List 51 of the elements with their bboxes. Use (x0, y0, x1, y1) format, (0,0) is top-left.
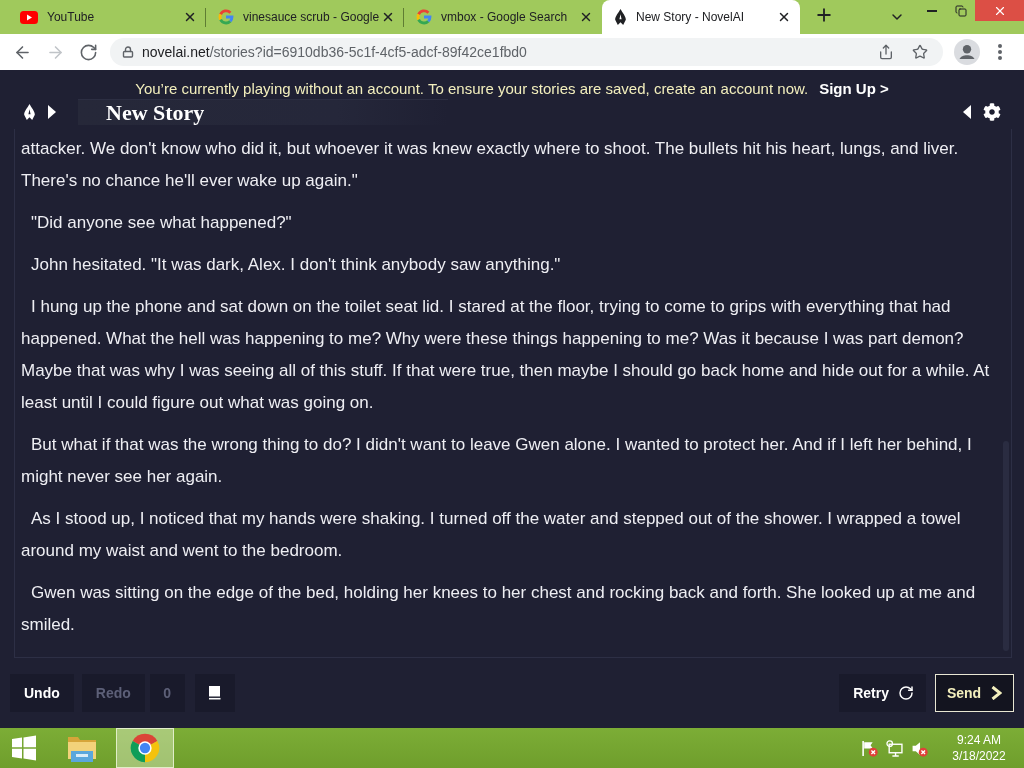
banner-message: You’re currently playing without an account. To ensure your stories are saved, create an account now. (135, 79, 809, 97)
story-paragraph: attacker. We don't know who did it, but whoever it was knew exactly where to shoot. The bullets hit his heart, lungs, and liver. There's no chance he'll ever wake up again." (21, 138, 960, 192)
story-title: New Story (78, 99, 448, 125)
story-paragraph: "Did anyone see what happened?" (30, 212, 293, 234)
browser-tab[interactable]: vmbox - Google Search (404, 0, 602, 34)
clock-date: 3/18/2022 (952, 748, 1006, 764)
book-icon (208, 686, 222, 700)
undo-button[interactable]: Undo (10, 674, 74, 712)
caret-left-icon (963, 105, 971, 119)
story-paragraph: But what if that was the wrong thing to do? I didn't want to leave Gwen alone. I wanted to protect her. And if I left her behind, I might never see her again. (21, 434, 973, 488)
taskbar-app-button[interactable] (116, 728, 174, 768)
network-icon[interactable] (886, 739, 903, 757)
folder-icon (66, 734, 98, 762)
chrome-logo-icon (129, 732, 161, 764)
redo-count: 0 (149, 674, 185, 712)
caret-right-icon (48, 105, 56, 119)
browser-tab[interactable]: YouTube (8, 0, 206, 34)
settings-icon (983, 103, 1001, 121)
nib-logo-icon (22, 104, 36, 120)
close-icon (183, 10, 197, 24)
share-icon (878, 44, 894, 60)
browser-tab[interactable]: New Story - NovelAI (602, 0, 800, 34)
g-logo-icon (416, 9, 432, 25)
close-icon (381, 10, 395, 24)
story-paragraph: As I stood up, I noticed that my hands were shaking. I turned off the water and stepped out of the shower. I wrapped a towel around my waist and went to the bedroom. (21, 508, 962, 562)
browser-tab[interactable]: vinesauce scrub - Google (206, 0, 404, 34)
play-logo-icon (20, 10, 38, 24)
retry-button[interactable]: Retry (839, 674, 926, 712)
profile-button[interactable] (953, 38, 981, 66)
story-paragraph: Gwen was sitting on the edge of the bed, holding her knees to her chest and rocking back and forth. She looked up at me and smiled. (21, 582, 977, 636)
story-paragraph: John hesitated. "It was dark, Alex. I don't think anybody saw anything." (30, 254, 562, 276)
menu-icon (998, 44, 1002, 60)
close-icon (777, 10, 791, 24)
book-button[interactable] (194, 674, 235, 712)
restore-icon (954, 4, 967, 17)
address-bar[interactable]: novelai.net/stories?id=6910db36-5c1f-4cf5-adcf-89f42ce1fbd0 (110, 38, 943, 66)
retry-icon (898, 685, 914, 701)
send-button[interactable]: Send (935, 674, 1014, 712)
lock-icon (122, 46, 134, 58)
nib-logo-icon (614, 9, 627, 25)
story-paragraph: I hung up the phone and sat down on the toilet seat lid. I stared at the floor, trying to come to grips with everything that had happened. What the hell was happening to me? Why were these things happening to me? Was it because I was part demon? Maybe that was why I was seeing all of this stuff. If that were true, then maybe I should go back home and hide out for a while. At least until I could figure out what was going on. (21, 296, 991, 414)
g-logo-icon (218, 9, 234, 25)
clock-time: 9:24 AM (957, 732, 1001, 748)
windows-logo-icon (11, 735, 37, 761)
minimize-icon (926, 9, 937, 12)
avatar-icon (954, 39, 980, 65)
reload-icon (78, 42, 98, 62)
sign-up-link[interactable]: Sign Up > (819, 79, 889, 97)
close-icon (579, 10, 593, 24)
flag-alert-icon[interactable] (861, 739, 878, 757)
star-icon (912, 44, 928, 60)
